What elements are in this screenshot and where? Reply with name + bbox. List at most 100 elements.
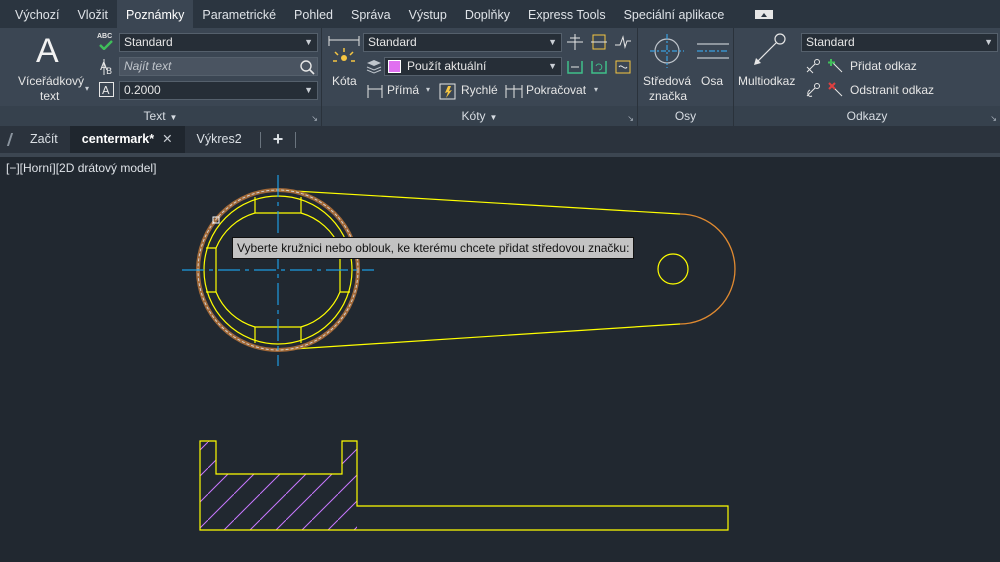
ribbon: A Víceřádkový text ▾ ABC Standard ▼ AB Na… [0,28,1000,126]
ribbon-tab-5[interactable]: Správa [342,0,400,28]
multileader-button[interactable]: Multiodkaz [736,32,800,104]
panel-launcher-icon[interactable]: ↘ [627,114,634,123]
multileader-label: Multiodkaz [738,74,796,88]
chevron-down-icon: ▾ [426,85,431,94]
leader-align-icon[interactable] [804,58,822,76]
multiline-text-button[interactable]: A Víceřádkový text ▾ [10,32,90,104]
ribbon-tab-4[interactable]: Pohled [285,0,342,28]
drawing-canvas[interactable] [0,157,1000,562]
text-height-combo[interactable]: 0.2000 ▼ [119,81,318,100]
file-tabs-grip [0,126,18,153]
dimension-button-label: Kóta [332,74,357,88]
center-mark-button[interactable]: Středová značka [640,32,692,104]
centerline-label: Osa [701,74,724,88]
panel-dimensions-title[interactable]: Kóty ▼ [322,106,637,126]
centerline-button[interactable]: Osa [696,32,730,104]
panel-leaders-title-label: Odkazy [846,109,888,123]
close-icon[interactable]: ✕ [162,132,172,146]
linear-dimension-label: Přímá [387,83,420,97]
text-style-combo[interactable]: Standard ▼ [119,33,318,52]
panel-leaders: Multiodkaz Standard ▼ Přidat odkaz Odstra… [734,28,1000,126]
dim-reassociate-icon[interactable] [614,58,632,76]
new-tab-button[interactable]: + [267,126,290,153]
tab-start[interactable]: Začít [18,126,70,153]
ribbon-tab-3[interactable]: Parametrické [193,0,285,28]
text-height-value: 0.2000 [124,83,161,97]
linear-dimension-button[interactable]: Přímá ▾ [366,82,434,100]
chevron-down-icon: ▼ [489,113,498,122]
center-mark-label-2: značka [649,89,688,103]
dim-break-icon[interactable] [566,33,584,51]
remove-leader-button[interactable]: Odstranit odkaz [828,82,958,100]
center-mark-label-1: Středová [643,74,692,88]
find-text-placeholder: Najít text [124,59,172,73]
dimension-style-combo[interactable]: Standard ▼ [363,33,562,52]
text-height-icon: A [99,82,117,100]
multiline-text-label-2: text [40,89,60,103]
chevron-down-icon: ▾ [594,85,599,94]
spell-check-icon[interactable]: ABC [97,33,115,51]
panel-centerlines: Středová značka Osa Osy [638,28,734,126]
dimension-layer-value: Použít aktuální [407,59,487,73]
dim-inspect-icon[interactable] [566,58,584,76]
dimension-layer-combo[interactable]: Použít aktuální ▼ [384,57,562,76]
tab-vykres2-label: Výkres2 [196,132,242,146]
multiline-text-label-1: Víceřádkový [18,74,85,88]
find-text-input[interactable]: Najít text [119,57,318,76]
ribbon-tab-2[interactable]: Poznámky [117,0,194,28]
dimension-icon [328,36,360,62]
remove-leader-label: Odstranit odkaz [850,83,935,97]
file-tab-bar: Začít centermark* ✕ Výkres2 + [0,126,1000,153]
text-style-value: Standard [124,35,173,49]
remove-leader-icon [828,82,843,97]
panel-leaders-title: Odkazy [734,106,1000,126]
tab-vykres2[interactable]: Výkres2 [185,126,254,153]
continue-dimension-label: Pokračovat [526,83,587,97]
leader-collect-icon[interactable] [804,82,822,100]
continue-dimension-button[interactable]: Pokračovat ▾ [504,82,604,100]
panel-text-title[interactable]: Text ▼ [0,106,321,126]
svg-text:B: B [106,67,112,76]
ribbon-tab-8[interactable]: Express Tools [519,0,615,28]
centerline-icon [697,43,729,59]
ribbon-tab-6[interactable]: Výstup [400,0,456,28]
find-text-icon[interactable]: AB [99,58,117,77]
dim-update-icon[interactable] [590,58,608,76]
ribbon-tab-9[interactable]: Speciální aplikace [615,0,734,28]
chevron-down-icon: ▼ [548,37,557,47]
lever-section-view [199,440,729,531]
dimension-button[interactable]: Kóta [326,32,362,104]
panel-launcher-icon[interactable]: ↘ [311,114,318,123]
command-prompt-tooltip: Vyberte kružnici nebo oblouk, ke kterému… [232,237,635,259]
add-leader-button[interactable]: Přidat odkaz [828,58,938,76]
panel-launcher-icon[interactable]: ↘ [990,114,997,123]
abc-label: ABC [97,33,113,40]
tab-centermark[interactable]: centermark* ✕ [69,126,185,153]
tab-centermark-label: centermark* [81,132,155,146]
ribbon-tab-0[interactable]: Výchozí [6,0,68,28]
panel-text: A Víceřádkový text ▾ ABC Standard ▼ AB Na… [0,28,322,126]
continue-dimension-icon [505,85,523,98]
quick-dimension-button[interactable]: Rychlé [439,82,501,100]
ribbon-tab-1[interactable]: Vložit [68,0,117,28]
layer-color-swatch [388,60,401,73]
dimension-style-value: Standard [368,35,417,49]
lever-plan-view [182,175,736,366]
tab-start-label: Začít [30,132,58,146]
panel-dimensions: Kóta Standard ▼ Použít aktuální ▼ Přímá ▾ [322,28,638,126]
panel-centerlines-title: Osy [638,106,733,126]
multileader-icon [754,33,786,65]
ribbon-tab-7[interactable]: Doplňky [456,0,519,28]
dim-jog-icon[interactable] [614,33,632,51]
leader-style-combo[interactable]: Standard ▼ [801,33,998,52]
dim-space-icon[interactable] [590,33,608,51]
chevron-down-icon: ▼ [169,113,178,122]
chevron-down-icon: ▼ [984,37,993,47]
chevron-down-icon: ▾ [85,84,90,93]
panel-dimensions-title-label: Kóty [461,109,486,123]
quick-dimension-icon [439,83,456,100]
add-leader-icon [828,59,843,73]
ribbon-state-icon[interactable] [755,8,775,20]
chevron-down-icon: ▼ [304,37,313,47]
leader-style-value: Standard [806,35,855,49]
